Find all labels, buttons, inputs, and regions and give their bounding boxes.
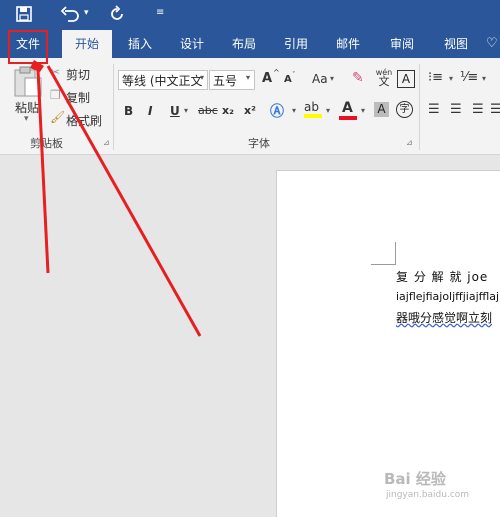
annotation-arrow-line — [36, 69, 50, 274]
annotation-arrowhead — [30, 60, 44, 72]
annotation-arrow-line — [46, 65, 202, 337]
annotation-arrows — [30, 60, 202, 337]
